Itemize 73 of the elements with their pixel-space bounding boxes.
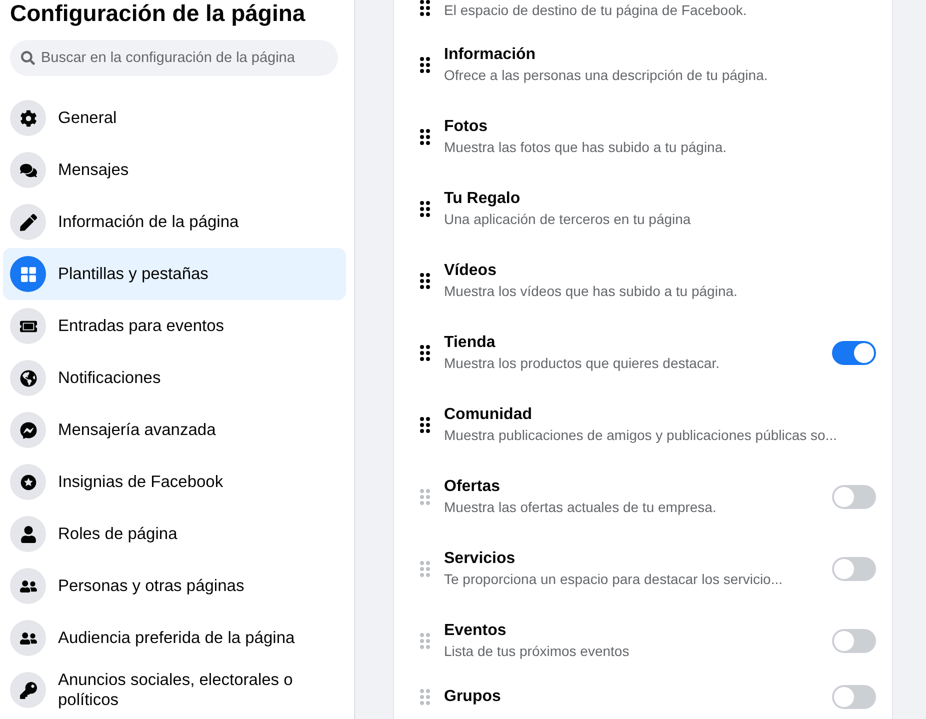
drag-handle-icon[interactable]	[420, 417, 430, 433]
drag-handle-icon[interactable]	[420, 689, 430, 705]
tab-title: Ofertas	[444, 477, 502, 497]
sidebar-item[interactable]: Audiencia preferida de la página	[3, 612, 346, 664]
tab-title: Eventos	[444, 621, 508, 641]
drag-handle-icon[interactable]	[420, 0, 430, 16]
tab-description: Te proporciona un espacio para destacar los servicio...	[444, 570, 784, 589]
tab-title: Tu Regalo	[444, 189, 522, 209]
tab-description: Lista de tus próximos eventos	[444, 642, 630, 661]
people-icon	[10, 568, 46, 604]
gear-icon	[10, 100, 46, 136]
sidebar-item[interactable]: Plantillas y pestañas	[3, 248, 346, 300]
tab-row[interactable]: Vídeos Muestra los vídeos que has subido a tu página.	[420, 245, 876, 317]
tab-title: Grupos	[444, 687, 502, 707]
sidebar-item[interactable]: General	[3, 92, 346, 144]
tab-row[interactable]: El espacio de destino de tu página de Facebook.	[420, 0, 876, 29]
tab-row[interactable]: Fotos Muestra las fotos que has subido a tu página.	[420, 101, 876, 173]
sidebar-item[interactable]: Roles de página	[3, 508, 346, 560]
toggle-switch[interactable]	[832, 685, 876, 709]
drag-handle-icon[interactable]	[420, 273, 430, 289]
tab-row[interactable]: Eventos Lista de tus próximos eventos	[420, 605, 876, 677]
tab-row[interactable]: Comunidad Muestra publicaciones de amigos y publicaciones públicas so...	[420, 389, 876, 461]
search-icon	[21, 51, 35, 65]
toggle-switch[interactable]	[832, 629, 876, 653]
tab-title: Servicios	[444, 549, 516, 569]
speech-bubbles-icon	[10, 152, 46, 188]
tab-row[interactable]: Ofertas Muestra las ofertas actuales de tu empresa.	[420, 461, 876, 533]
tab-title: Vídeos	[444, 261, 498, 281]
toggle-switch[interactable]	[832, 341, 876, 365]
tab-title: Tienda	[444, 333, 496, 353]
tab-description: Muestra los vídeos que has subido a tu página.	[444, 282, 738, 301]
toggle-switch[interactable]	[832, 485, 876, 509]
grid-icon	[10, 256, 46, 292]
messenger-icon	[10, 412, 46, 448]
search-field[interactable]: Buscar en la configuración de la página	[10, 40, 338, 76]
drag-handle-icon[interactable]	[420, 633, 430, 649]
sidebar-item[interactable]: Notificaciones	[3, 352, 346, 404]
tab-description: Muestra las fotos que has subido a tu página.	[444, 138, 728, 157]
tab-title: Información	[444, 45, 537, 65]
globe-icon	[10, 360, 46, 396]
drag-handle-icon[interactable]	[420, 129, 430, 145]
tab-description: Muestra las ofertas actuales de tu empresa.	[444, 498, 718, 517]
sidebar-item[interactable]: Mensajes	[3, 144, 346, 196]
drag-handle-icon[interactable]	[420, 489, 430, 505]
toggle-switch[interactable]	[832, 557, 876, 581]
drag-handle-icon[interactable]	[420, 561, 430, 577]
tab-row[interactable]: Grupos	[420, 677, 876, 717]
tab-row[interactable]: Servicios Te proporciona un espacio para destacar los servicio...	[420, 533, 876, 605]
tab-description: Muestra publicaciones de amigos y publicaciones públicas so...	[444, 426, 838, 445]
sidebar-item[interactable]: Anuncios sociales, electorales o políticos	[3, 664, 346, 716]
drag-handle-icon[interactable]	[420, 57, 430, 73]
tab-description: Una aplicación de terceros en tu página	[444, 210, 692, 229]
sidebar-item[interactable]: Personas y otras páginas	[3, 560, 346, 612]
tab-title: Fotos	[444, 117, 489, 137]
tab-row[interactable]: Información Ofrece a las personas una descripción de tu página.	[420, 29, 876, 101]
drag-handle-icon[interactable]	[420, 201, 430, 217]
ticket-icon	[10, 308, 46, 344]
drag-handle-icon[interactable]	[420, 345, 430, 361]
people-icon	[10, 620, 46, 656]
sidebar-item[interactable]: Información de la página	[3, 196, 346, 248]
tab-row[interactable]: Tu Regalo Una aplicación de terceros en tu página	[420, 173, 876, 245]
sidebar-item[interactable]: Insignias de Facebook	[3, 456, 346, 508]
tab-description: Muestra los productos que quieres destacar.	[444, 354, 720, 373]
tab-title: Comunidad	[444, 405, 533, 425]
key-icon	[10, 672, 46, 708]
tab-row[interactable]: Tienda Muestra los productos que quieres destacar.	[420, 317, 876, 389]
tab-description: El espacio de destino de tu página de Facebook.	[444, 1, 748, 20]
sidebar-title: Configuración de la página	[9, 0, 306, 26]
person-icon	[10, 516, 46, 552]
sidebar-item[interactable]: Entradas para eventos	[3, 300, 346, 352]
sidebar-item[interactable]: Mensajería avanzada	[3, 404, 346, 456]
tab-description: Ofrece a las personas una descripción de tu página.	[444, 66, 769, 85]
pencil-icon	[10, 204, 46, 240]
